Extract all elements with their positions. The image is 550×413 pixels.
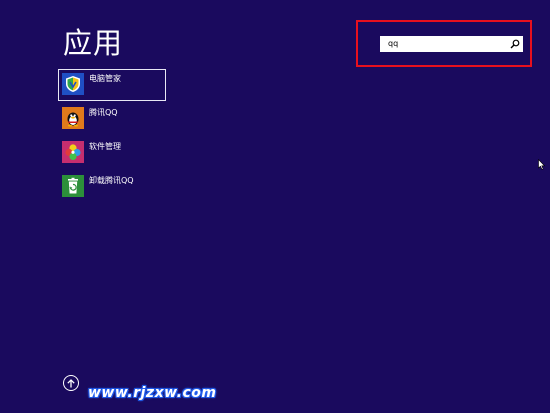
arrow-up-circle-icon[interactable] [63,375,79,391]
mouse-pointer-icon [538,155,546,174]
uninstall-recycle-icon [62,175,84,197]
app-label: 卸载腾讯QQ [89,176,134,185]
app-item-uninstall-qq[interactable]: 卸载腾讯QQ [58,171,166,203]
app-item-software-manager[interactable]: 软件管理 [58,137,166,169]
search-icon[interactable] [509,38,521,50]
app-label: 腾讯QQ [89,108,118,117]
page-title: 应用 [63,26,124,60]
pc-manager-shield-icon [62,73,84,95]
app-list: 电脑管家 腾讯QQ 软件管理 卸载腾讯QQ [58,69,166,205]
app-label: 软件管理 [89,142,121,151]
search-input[interactable] [380,36,505,52]
app-item-pc-manager[interactable]: 电脑管家 [58,69,166,101]
app-item-tencent-qq[interactable]: 腾讯QQ [58,103,166,135]
app-label: 电脑管家 [89,74,121,83]
qq-penguin-icon [62,107,84,129]
software-manager-clover-icon [62,141,84,163]
search-box [380,36,523,52]
watermark: www.rjzxw.com [88,385,217,401]
